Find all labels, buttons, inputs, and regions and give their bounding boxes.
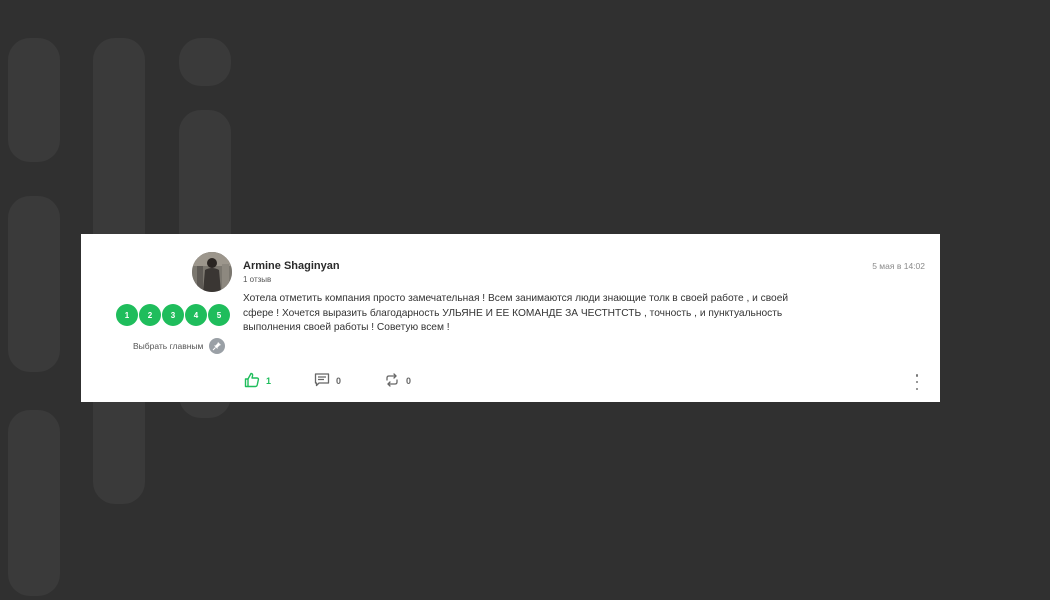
repost-count: 0 [406, 376, 412, 386]
pin-icon [209, 338, 226, 354]
review-card: Armine Shaginyan 1 отзыв 5 мая в 14:02 Х… [81, 234, 940, 402]
avatar[interactable] [192, 252, 232, 292]
thumbs-up-icon [244, 372, 260, 390]
comment-count: 0 [336, 376, 342, 386]
author-name[interactable]: Armine Shaginyan [243, 260, 340, 272]
make-main-button[interactable]: Выбрать главным [133, 338, 226, 354]
review-text: Хотела отметить компания просто замечате… [243, 293, 789, 333]
repost-icon [384, 372, 400, 390]
comment-icon [314, 372, 330, 390]
comment-button[interactable]: 0 [314, 372, 384, 390]
rating-selector: 1 2 3 4 5 [116, 304, 230, 326]
rating-option-3[interactable]: 3 [162, 304, 184, 326]
rating-option-5[interactable]: 5 [208, 304, 230, 326]
rating-option-1[interactable]: 1 [116, 304, 138, 326]
review-date: 5 мая в 14:02 [872, 261, 925, 271]
rating-option-4[interactable]: 4 [185, 304, 207, 326]
like-count: 1 [266, 376, 272, 386]
decor-pill [179, 38, 231, 86]
more-vertical-icon[interactable] [914, 374, 920, 390]
review-count: 1 отзыв [243, 275, 272, 284]
like-button[interactable]: 1 [244, 372, 314, 390]
decor-pill [8, 38, 60, 162]
repost-button[interactable]: 0 [384, 372, 454, 390]
make-main-label: Выбрать главным [133, 341, 204, 351]
avatar-image [192, 252, 232, 292]
decor-pill [8, 196, 60, 372]
decor-pill [8, 410, 60, 596]
review-actions: 1 0 0 [244, 372, 454, 390]
rating-option-2[interactable]: 2 [139, 304, 161, 326]
